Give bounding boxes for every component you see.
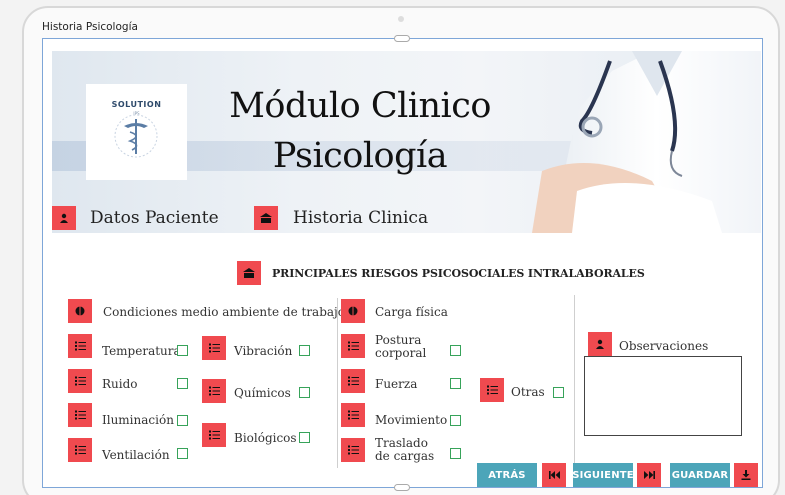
caduceus-icon [114, 114, 158, 158]
hospital-icon[interactable] [254, 206, 278, 230]
list-icon [341, 369, 365, 393]
risk-label-ruido: Ruido [102, 377, 138, 391]
divider [337, 298, 338, 468]
resize-handle-top[interactable] [394, 35, 410, 42]
hospital-icon [237, 261, 261, 285]
resize-handle-bottom[interactable] [394, 484, 410, 491]
doctor-illustration [532, 51, 761, 233]
risk-label-fuerza: Fuerza [375, 377, 418, 391]
risk-label-ventilacion: Ventilación [102, 448, 170, 462]
group-title-ambiente: Condiciones medio ambiente de trabajo [103, 305, 345, 319]
section-title: PRINCIPALES RIESGOS PSICOSOCIALES INTRAL… [272, 267, 645, 280]
save-button[interactable]: GUARDAR [670, 463, 730, 487]
risk-label-iluminacion: Iluminación [102, 413, 174, 427]
divider [574, 295, 575, 470]
download-icon[interactable] [734, 463, 758, 487]
brain-icon [68, 299, 92, 323]
observaciones-textarea[interactable] [584, 356, 742, 436]
list-icon [68, 334, 92, 358]
checkbox-postura[interactable] [450, 345, 461, 356]
list-icon [68, 369, 92, 393]
checkbox-fuerza[interactable] [450, 378, 461, 389]
checkbox-biologicos[interactable] [299, 432, 310, 443]
user-icon[interactable] [52, 206, 76, 230]
rewind-icon[interactable] [542, 463, 566, 487]
checkbox-iluminacion[interactable] [177, 415, 188, 426]
checkbox-ventilacion[interactable] [177, 448, 188, 459]
user-icon [588, 332, 612, 356]
nav-datos-paciente[interactable]: Datos Paciente [90, 208, 219, 228]
risk-label-temperatura: Temperatura [102, 344, 181, 358]
checkbox-ruido[interactable] [177, 378, 188, 389]
list-icon [68, 438, 92, 462]
fast-forward-icon[interactable] [637, 463, 661, 487]
nav-historia-clinica[interactable]: Historia Clinica [293, 208, 428, 228]
risk-label-otras: Otras [511, 385, 545, 399]
observaciones-label: Observaciones [619, 339, 709, 353]
camera-dot [398, 16, 404, 22]
checkbox-quimicos[interactable] [299, 387, 310, 398]
checkbox-otras[interactable] [553, 387, 564, 398]
list-icon [202, 336, 226, 360]
next-button[interactable]: SIGUIENTE [572, 463, 634, 487]
risk-label-vibracion: Vibración [234, 344, 293, 358]
logo-text: SOLUTION [111, 100, 162, 109]
page-title-line2: Psicología [272, 136, 448, 176]
window-title: Historia Psicología [42, 21, 138, 33]
list-icon [341, 438, 365, 462]
list-icon [341, 334, 365, 358]
risk-label-biologicos: Biológicos [234, 431, 297, 445]
list-icon [202, 379, 226, 403]
list-icon [480, 378, 504, 402]
risk-label-quimicos: Químicos [234, 386, 291, 400]
checkbox-movimiento[interactable] [450, 415, 461, 426]
risk-label-traslado: Traslado de cargas [375, 436, 435, 463]
checkbox-traslado[interactable] [450, 448, 461, 459]
risk-label-movimiento: Movimiento [375, 413, 448, 427]
company-logo: SOLUTION IPS [86, 84, 187, 180]
group-title-carga: Carga física [375, 305, 448, 319]
list-icon [341, 403, 365, 427]
risk-label-postura: Postura corporal [375, 333, 427, 360]
back-button[interactable]: ATRÁS [477, 463, 537, 487]
list-icon [68, 403, 92, 427]
list-icon [202, 423, 226, 447]
checkbox-temperatura[interactable] [177, 345, 188, 356]
page-title-line1: Módulo Clinico [229, 86, 491, 126]
checkbox-vibracion[interactable] [299, 345, 310, 356]
brain-icon [341, 299, 365, 323]
